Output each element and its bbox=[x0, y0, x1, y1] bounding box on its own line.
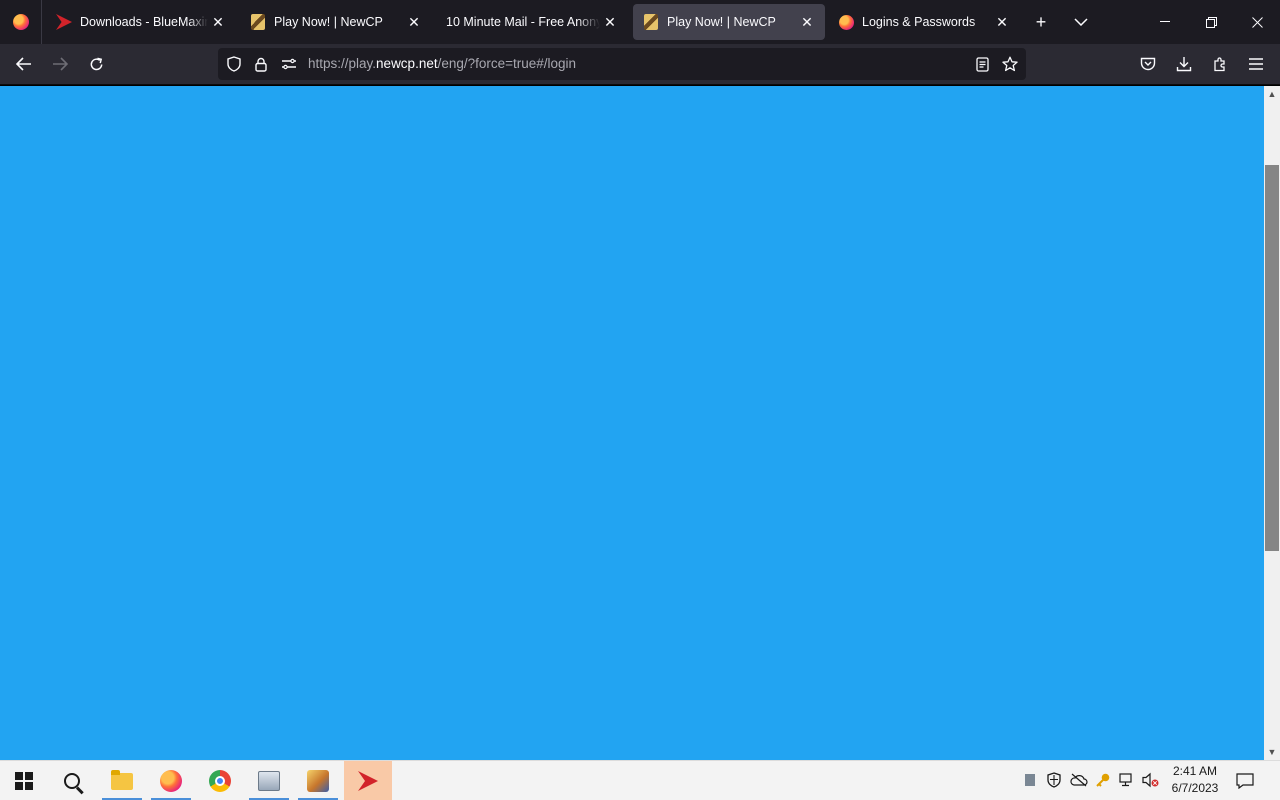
restore-button[interactable] bbox=[1188, 0, 1234, 44]
forward-button[interactable] bbox=[46, 50, 74, 78]
reload-icon bbox=[90, 57, 102, 70]
download-icon bbox=[1176, 57, 1192, 72]
permissions-icon[interactable] bbox=[279, 54, 299, 74]
pocket-button[interactable] bbox=[1134, 50, 1162, 78]
close-window-button[interactable] bbox=[1234, 0, 1280, 44]
puzzle-piece-icon bbox=[1214, 57, 1225, 72]
scroll-down-arrow-icon[interactable]: ▼ bbox=[1264, 744, 1280, 760]
pocket-icon bbox=[1140, 57, 1156, 71]
bluemaxima-flashpoint-icon bbox=[358, 771, 378, 791]
list-all-tabs-button[interactable] bbox=[1067, 8, 1095, 36]
firefox-view-button[interactable] bbox=[0, 0, 42, 44]
app-icon bbox=[258, 771, 280, 791]
clock-time: 2:41 AM bbox=[1172, 764, 1218, 778]
search-button[interactable] bbox=[48, 761, 96, 800]
url-text[interactable]: https://play.newcp.net/eng/?force=true#/… bbox=[308, 56, 576, 71]
arrow-right-icon bbox=[53, 57, 68, 71]
vertical-scrollbar[interactable]: ▲ ▼ bbox=[1264, 86, 1280, 760]
url-path: /eng/?force=true#/login bbox=[437, 56, 577, 71]
url-scheme: https://play. bbox=[308, 56, 377, 71]
taskbar-file-explorer[interactable] bbox=[98, 761, 146, 800]
taskbar-flashpoint[interactable] bbox=[344, 761, 392, 800]
file-explorer-icon bbox=[111, 769, 133, 790]
newcp-icon bbox=[250, 14, 266, 30]
firefox-icon bbox=[838, 14, 854, 30]
taskbar-game-app[interactable] bbox=[294, 761, 342, 800]
tab-downloads-bluemaxima[interactable]: Downloads - BlueMaximas ✕ bbox=[46, 4, 236, 40]
notification-icon bbox=[1236, 773, 1254, 789]
tab-title: Downloads - BlueMaximas bbox=[80, 15, 208, 29]
downloads-button[interactable] bbox=[1170, 50, 1198, 78]
scroll-up-arrow-icon[interactable]: ▲ bbox=[1264, 86, 1280, 102]
start-button[interactable] bbox=[0, 761, 48, 800]
tab-logins-passwords[interactable]: Logins & Passwords ✕ bbox=[828, 4, 1020, 40]
plus-icon: + bbox=[1035, 11, 1047, 32]
chevron-down-icon bbox=[1074, 18, 1088, 26]
new-tab-button[interactable]: + bbox=[1027, 8, 1055, 36]
scrollbar-thumb[interactable] bbox=[1265, 165, 1279, 551]
application-menu-button[interactable] bbox=[1242, 50, 1270, 78]
taskbar-firefox[interactable] bbox=[147, 761, 195, 800]
back-button[interactable] bbox=[10, 50, 38, 78]
url-host: newcp.net bbox=[376, 56, 438, 71]
security-shield-icon[interactable] bbox=[1045, 771, 1063, 789]
windows-logo-icon bbox=[15, 772, 33, 790]
taskbar-chrome[interactable] bbox=[196, 761, 244, 800]
bluemaxima-icon bbox=[56, 14, 72, 30]
minimize-icon bbox=[1160, 21, 1170, 22]
close-icon[interactable]: ✕ bbox=[404, 12, 424, 32]
tab-10-minute-mail[interactable]: 10 Minute Mail - Free Anonymous ✕ bbox=[436, 4, 628, 40]
system-clock[interactable]: 2:41 AM 6/7/2023 bbox=[1166, 763, 1224, 797]
onedrive-offline-icon[interactable] bbox=[1070, 771, 1088, 789]
web-page-content[interactable] bbox=[0, 86, 1264, 760]
tab-title: Logins & Passwords bbox=[862, 15, 976, 29]
hamburger-menu-icon bbox=[1249, 58, 1263, 70]
close-icon[interactable]: ✕ bbox=[208, 12, 228, 32]
close-icon[interactable]: ✕ bbox=[600, 12, 620, 32]
close-icon[interactable]: ✕ bbox=[992, 12, 1012, 32]
notification-center-button[interactable] bbox=[1234, 771, 1256, 791]
reload-button[interactable] bbox=[82, 50, 110, 78]
arrow-left-icon bbox=[16, 57, 31, 71]
taskbar-app[interactable] bbox=[245, 761, 293, 800]
tracking-protection-shield-icon[interactable] bbox=[224, 54, 244, 74]
key-icon[interactable] bbox=[1094, 771, 1112, 789]
firefox-icon bbox=[12, 14, 29, 30]
close-icon[interactable]: ✕ bbox=[797, 12, 817, 32]
restore-icon bbox=[1205, 16, 1217, 28]
tab-strip: Downloads - BlueMaximas ✕ Play Now! | Ne… bbox=[0, 0, 1280, 44]
bookmark-star-icon[interactable] bbox=[1000, 54, 1020, 74]
chrome-icon bbox=[209, 770, 231, 792]
reader-view-icon[interactable] bbox=[972, 54, 992, 74]
volume-muted-icon[interactable] bbox=[1142, 771, 1160, 789]
tab-play-now-newcp-active[interactable]: Play Now! | NewCP ✕ bbox=[633, 4, 825, 40]
firefox-icon bbox=[160, 770, 182, 792]
navigation-toolbar: https://play.newcp.net/eng/?force=true#/… bbox=[0, 44, 1280, 85]
newcp-icon bbox=[643, 14, 659, 30]
minimize-button[interactable] bbox=[1142, 0, 1188, 44]
tab-title: Play Now! | NewCP bbox=[667, 15, 776, 29]
tray-app-icon[interactable] bbox=[1021, 771, 1039, 789]
game-app-icon bbox=[307, 770, 329, 792]
windows-taskbar: 2:41 AM 6/7/2023 bbox=[0, 760, 1280, 800]
address-bar[interactable]: https://play.newcp.net/eng/?force=true#/… bbox=[218, 48, 1026, 80]
tab-title: 10 Minute Mail - Free Anonymous bbox=[446, 15, 600, 29]
close-icon bbox=[1251, 16, 1263, 28]
extensions-button[interactable] bbox=[1206, 50, 1234, 78]
tab-play-now-newcp[interactable]: Play Now! | NewCP ✕ bbox=[240, 4, 432, 40]
lock-icon[interactable] bbox=[251, 54, 271, 74]
network-icon[interactable] bbox=[1118, 771, 1136, 789]
search-icon bbox=[64, 773, 80, 789]
clock-date: 6/7/2023 bbox=[1171, 781, 1219, 795]
tab-title: Play Now! | NewCP bbox=[274, 15, 383, 29]
